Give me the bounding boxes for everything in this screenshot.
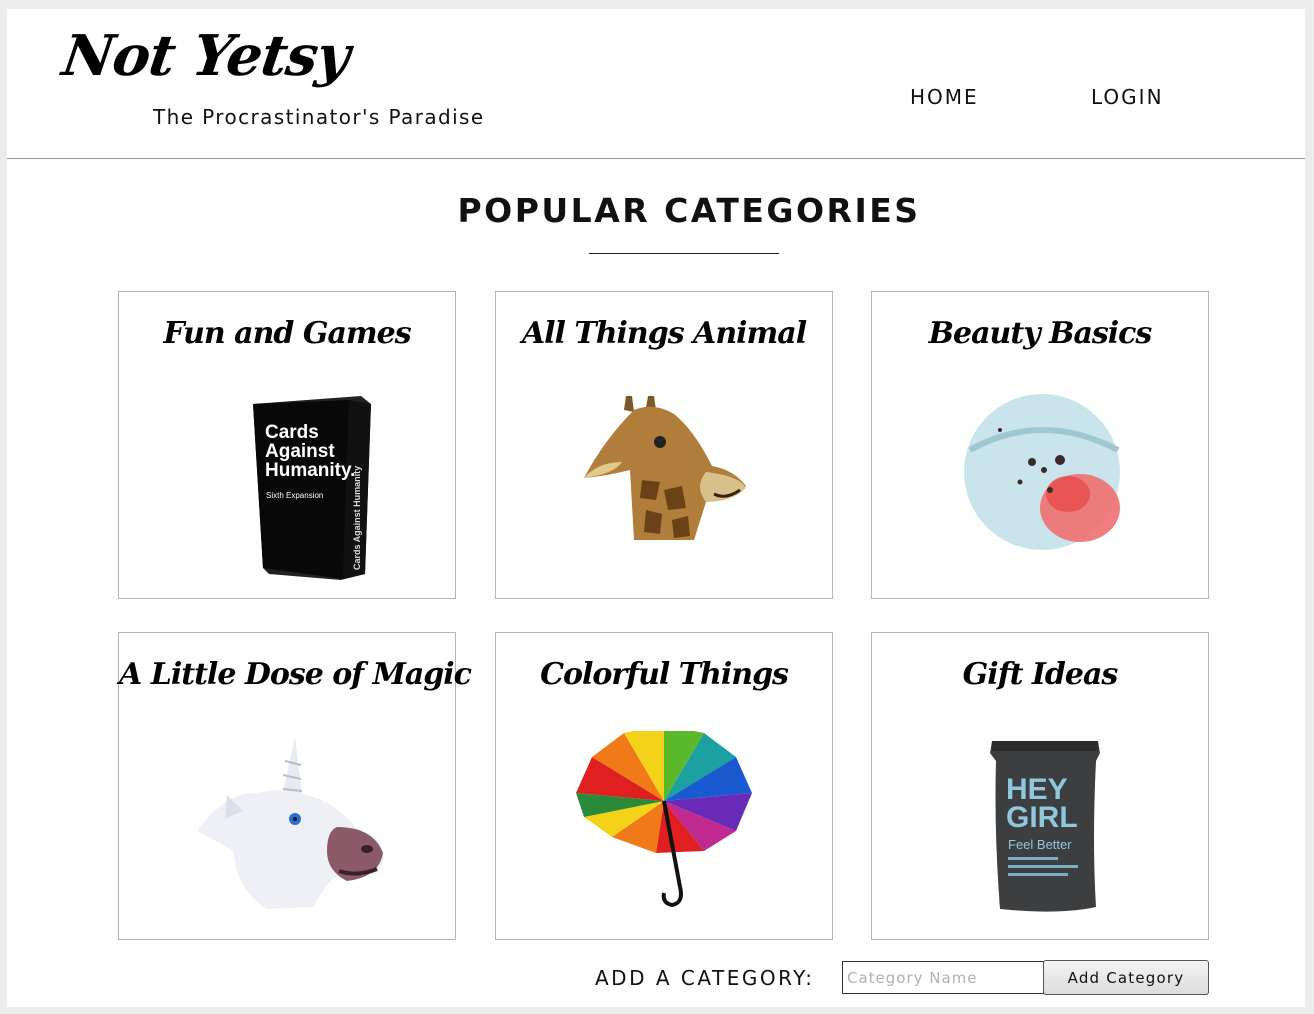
- category-title: Colorful Things: [540, 657, 789, 692]
- title-divider: [589, 253, 779, 254]
- category-card-fun-and-games[interactable]: Fun and Games Cards Against Humanity. Si…: [118, 291, 456, 599]
- category-title: A Little Dose of Magic: [119, 657, 472, 692]
- add-category-label: ADD A CATEGORY:: [595, 966, 815, 990]
- card-box-side-text: Cards Against Humanity: [352, 466, 362, 570]
- nav-login-link[interactable]: LOGIN: [1091, 85, 1164, 109]
- card-box-text: Humanity.: [265, 460, 355, 481]
- category-card-gift-ideas[interactable]: Gift Ideas HEY GIRL Feel Better: [871, 632, 1209, 940]
- bath-bomb-image: [940, 390, 1140, 580]
- hey-girl-pouch-image: HEY GIRL Feel Better: [940, 731, 1140, 921]
- page: Not Yetsy The Procrastinator's Paradise …: [7, 9, 1305, 1007]
- card-box-subtext: Sixth Expansion: [266, 491, 323, 500]
- category-title: All Things Animal: [521, 316, 807, 351]
- card-game-box-image: Cards Against Humanity. Sixth Expansion …: [187, 390, 387, 580]
- pouch-subtext: Feel Better: [1008, 837, 1072, 852]
- section-title: POPULAR CATEGORIES: [457, 191, 921, 230]
- site-logo[interactable]: Not Yetsy: [58, 23, 353, 89]
- category-title: Fun and Games: [163, 316, 411, 351]
- add-category-button[interactable]: Add Category: [1043, 960, 1209, 995]
- category-title: Beauty Basics: [928, 316, 1153, 351]
- card-box-text: Against: [265, 441, 335, 462]
- category-card-all-things-animal[interactable]: All Things Animal: [495, 291, 833, 599]
- pouch-text: GIRL: [1006, 801, 1078, 834]
- category-card-beauty-basics[interactable]: Beauty Basics: [871, 291, 1209, 599]
- site-header: Not Yetsy The Procrastinator's Paradise …: [7, 9, 1305, 159]
- card-box-text: Cards: [265, 422, 319, 443]
- category-title: Gift Ideas: [962, 657, 1119, 692]
- rainbow-umbrella-image: [564, 731, 764, 921]
- category-card-a-little-dose-of-magic[interactable]: A Little Dose of Magic: [118, 632, 472, 940]
- nav-home-link[interactable]: HOME: [910, 85, 979, 109]
- category-card-colorful-things[interactable]: Colorful Things: [495, 632, 833, 940]
- unicorn-mask-image: [187, 731, 387, 921]
- category-name-input[interactable]: [842, 961, 1044, 994]
- site-tagline: The Procrastinator's Paradise: [153, 105, 485, 129]
- giraffe-mask-image: [564, 390, 764, 580]
